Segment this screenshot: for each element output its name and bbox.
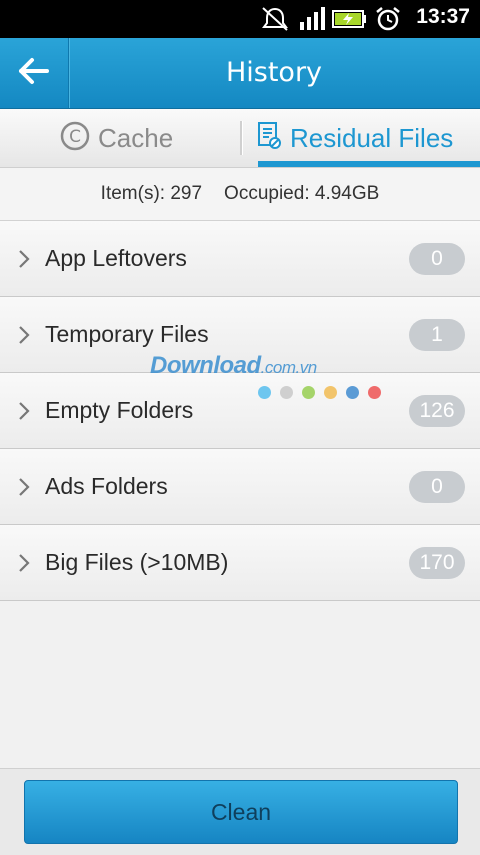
- tab-cache[interactable]: C Cache: [60, 109, 173, 167]
- chevron-right-icon: [17, 249, 31, 273]
- chevron-right-icon: [17, 401, 31, 425]
- list-item-ads-folders[interactable]: Ads Folders 0: [0, 449, 480, 525]
- chevron-right-icon: [17, 325, 31, 349]
- copyright-circle-icon: C: [60, 121, 90, 155]
- arrow-left-icon: [18, 57, 50, 89]
- list-item-big-files[interactable]: Big Files (>10MB) 170: [0, 525, 480, 601]
- tab-residual-files-label: Residual Files: [290, 122, 454, 153]
- watermark-dot: [258, 386, 271, 399]
- svg-text:C: C: [69, 127, 81, 147]
- signal-icon: [298, 6, 326, 36]
- watermark-dot: [324, 386, 337, 399]
- tab-cache-label: Cache: [98, 122, 174, 153]
- watermark-dots: [258, 384, 390, 403]
- list-item-label: Ads Folders: [45, 473, 168, 499]
- footer-bar: Clean: [0, 768, 480, 855]
- list-item-label: Empty Folders: [45, 397, 194, 423]
- residual-category-list: App Leftovers 0 Temporary Files 1 Empty …: [0, 221, 480, 601]
- count-badge: 0: [409, 243, 465, 275]
- count-badge: 126: [409, 395, 465, 427]
- watermark-dot: [346, 386, 359, 399]
- list-item-label: App Leftovers: [45, 245, 187, 271]
- tab-residual-files[interactable]: Residual Files: [256, 109, 453, 167]
- back-button[interactable]: [0, 38, 69, 108]
- count-badge: 170: [409, 547, 465, 579]
- document-icon: [256, 121, 282, 155]
- occupied-size: Occupied: 4.94GB: [224, 183, 380, 204]
- alarm-clock-icon: [374, 6, 402, 36]
- summary-bar: Item(s): 297 Occupied: 4.94GB: [0, 168, 480, 221]
- active-tab-indicator: [258, 161, 480, 167]
- watermark-dot: [280, 386, 293, 399]
- watermark-logo: Download.com.vn: [150, 352, 317, 380]
- items-count: Item(s): 297: [100, 183, 203, 204]
- list-item-app-leftovers[interactable]: App Leftovers 0: [0, 221, 480, 297]
- clock-time: 13:37: [416, 5, 470, 28]
- page-title: History: [225, 57, 323, 88]
- battery-charging-icon: [332, 6, 368, 36]
- count-badge: 1: [409, 319, 465, 351]
- list-item-label: Big Files (>10MB): [45, 549, 229, 575]
- alarm-muted-icon: [260, 6, 290, 36]
- watermark-brand: Download: [150, 352, 261, 379]
- tab-bar: C Cache Residual Files: [0, 109, 480, 168]
- watermark-dot: [302, 386, 315, 399]
- watermark-dot: [368, 386, 381, 399]
- chevron-right-icon: [17, 553, 31, 577]
- clean-button[interactable]: Clean: [24, 780, 458, 844]
- count-badge: 0: [409, 471, 465, 503]
- app-header: History: [0, 38, 480, 109]
- list-item-empty-folders[interactable]: Empty Folders 126: [0, 373, 480, 449]
- tab-divider: [240, 121, 243, 155]
- chevron-right-icon: [17, 477, 31, 501]
- status-bar: 13:37: [0, 0, 480, 38]
- watermark-domain: .com.vn: [260, 358, 318, 377]
